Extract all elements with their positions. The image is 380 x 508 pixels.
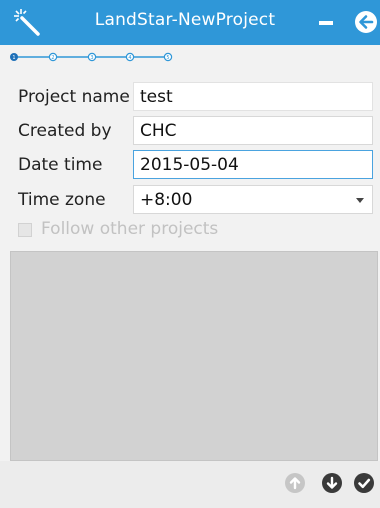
created-by-input[interactable]: CHC	[133, 116, 373, 145]
time-zone-select[interactable]: +8:00	[133, 185, 373, 214]
follow-other-projects-label: Follow other projects	[41, 219, 219, 239]
created-by-label: Created by	[18, 121, 112, 141]
check-circle-icon[interactable]	[353, 472, 375, 494]
time-zone-label: Time zone	[18, 190, 106, 210]
arrow-up-circle-icon[interactable]	[284, 472, 306, 494]
title-bar: LandStar-NewProject	[0, 0, 380, 45]
projects-list[interactable]	[10, 251, 378, 461]
step-4-label: 4	[128, 55, 131, 61]
arrow-down-circle-icon[interactable]	[321, 472, 343, 494]
date-time-label: Date time	[18, 155, 103, 175]
arrow-left-icon	[359, 15, 374, 29]
step-1-label: 1	[12, 55, 15, 61]
minimize-icon[interactable]	[319, 21, 333, 25]
back-button[interactable]	[355, 11, 377, 33]
follow-other-projects-checkbox[interactable]	[18, 223, 32, 237]
chevron-down-icon	[356, 198, 364, 203]
project-name-label: Project name	[18, 87, 130, 107]
time-zone-value: +8:00	[140, 190, 193, 210]
step-2-label: 2	[51, 55, 54, 61]
step-3-label: 3	[90, 55, 93, 61]
magic-wand-icon	[14, 9, 40, 36]
app-title: LandStar-NewProject	[94, 10, 276, 30]
step-5-label: 5	[166, 55, 169, 61]
step-indicator: 1 2 3 4 5	[10, 52, 173, 62]
project-name-input[interactable]: test	[133, 82, 373, 111]
date-time-input[interactable]: 2015-05-04	[133, 150, 373, 179]
